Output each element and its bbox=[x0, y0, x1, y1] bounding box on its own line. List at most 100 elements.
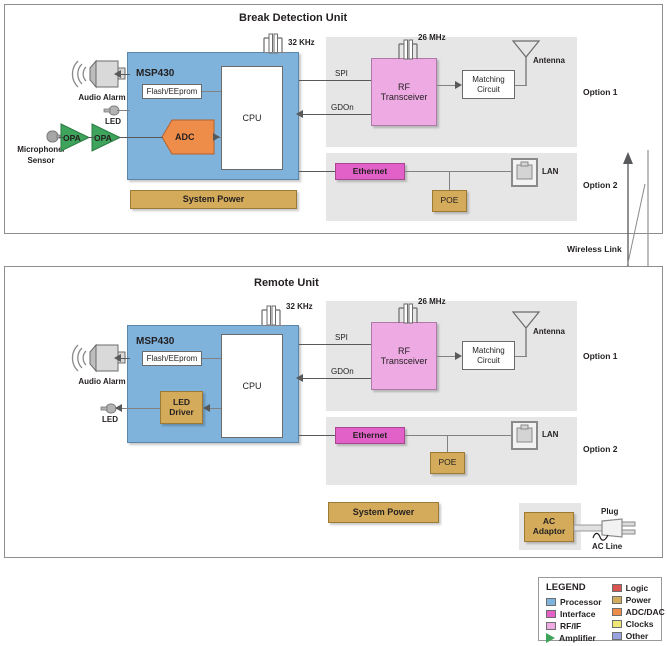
legend-right-column: Logic Power ADC/DAC Clocks Other bbox=[611, 582, 665, 643]
ru-audio-alarm-arrow bbox=[114, 354, 121, 362]
ru-flash-block: Flash/EEprom bbox=[142, 351, 202, 366]
ru-audio-alarm-label: Audio Alarm bbox=[78, 377, 126, 386]
bdu-rf-matching-wire bbox=[437, 85, 457, 86]
ru-matching-antenna-wire bbox=[515, 356, 527, 357]
bdu-matching-circuit-block: Matching Circuit bbox=[462, 70, 515, 99]
ru-system-power-label: System Power bbox=[352, 507, 415, 518]
bdu-opa2-adc-wire bbox=[119, 137, 163, 138]
bdu-adc-cpu-arrow bbox=[213, 133, 220, 141]
ru-gdon-wire bbox=[302, 378, 371, 379]
legend-label-clocks: Clocks bbox=[625, 618, 654, 629]
ru-flash-label: Flash/EEprom bbox=[146, 353, 198, 363]
bdu-poe-label: POE bbox=[440, 195, 459, 206]
bdu-mcu-crystal-icon bbox=[263, 33, 283, 54]
bdu-mcu-ethernet-wire bbox=[299, 171, 335, 172]
legend-swatch-logic bbox=[611, 583, 622, 592]
bdu-msp430-label: MSP430 bbox=[136, 68, 175, 79]
ru-gdon-label: GDOn bbox=[331, 367, 354, 376]
bdu-antenna-label: Antenna bbox=[533, 56, 565, 65]
ru-msp430-label: MSP430 bbox=[136, 336, 175, 347]
bdu-rf-transceiver-block: RF Transceiver bbox=[371, 58, 437, 126]
ru-rf-transceiver-label-l2: Transceiver bbox=[380, 356, 428, 366]
ru-mcu-crystal-icon bbox=[261, 305, 281, 326]
legend-swatch-processor bbox=[546, 597, 556, 606]
legend-swatch-adcdac bbox=[611, 607, 622, 616]
ru-spi-label: SPI bbox=[335, 333, 348, 342]
legend-title: LEGEND bbox=[546, 582, 586, 593]
bdu-mcu-clock-label: 32 KHz bbox=[288, 38, 315, 47]
ru-option2-label: Option 2 bbox=[583, 444, 618, 454]
bdu-rf-clock-label: 26 MHz bbox=[418, 33, 446, 42]
bdu-mcu-xtal-wire bbox=[264, 52, 286, 53]
ru-system-power-block: System Power bbox=[328, 502, 439, 523]
legend-item-amplifier: Amplifier bbox=[546, 632, 602, 643]
bdu-opa1-opa2-wire bbox=[88, 137, 94, 138]
ru-led-arrow bbox=[115, 404, 122, 412]
ru-lan-icon bbox=[511, 421, 538, 450]
legend-item-other: Other bbox=[611, 630, 665, 641]
ru-matching-circuit-label-l2: Circuit bbox=[477, 355, 500, 365]
bdu-system-power-block: System Power bbox=[130, 190, 297, 209]
ru-mcu-clock-label: 32 KHz bbox=[286, 302, 313, 311]
bdu-ethernet-block: Ethernet bbox=[335, 163, 405, 180]
bdu-spi-label: SPI bbox=[335, 69, 348, 78]
bdu-cpu-block: CPU bbox=[221, 66, 283, 170]
legend-item-processor: Processor bbox=[546, 596, 602, 607]
ru-ethernet-lan-wire bbox=[405, 435, 512, 436]
legend-swatch-power bbox=[611, 595, 622, 604]
ru-led-driver-label-l2: Driver bbox=[169, 406, 194, 417]
bdu-opa2-label: OPA bbox=[94, 133, 112, 143]
ru-led-wire bbox=[118, 408, 160, 409]
ru-poe-label: POE bbox=[438, 457, 457, 468]
bdu-opa1-label: OPA bbox=[63, 133, 81, 143]
bdu-flash-cpu-wire bbox=[202, 91, 221, 92]
ru-flash-cpu-wire bbox=[202, 358, 221, 359]
bdu-poe-wire bbox=[449, 171, 450, 190]
legend-item-power: Power bbox=[611, 594, 665, 605]
legend-swatch-clocks bbox=[611, 619, 622, 628]
ru-cpu-leddriver-arrow bbox=[203, 404, 210, 412]
ru-rf-matching-arrow bbox=[455, 352, 462, 360]
legend-label-other: Other bbox=[625, 630, 649, 641]
ru-poe-wire bbox=[447, 435, 448, 452]
bdu-flash-label: Flash/EEprom bbox=[146, 86, 198, 96]
bdu-rf-transceiver-label-l2: Transceiver bbox=[380, 92, 428, 102]
bdu-matching-circuit-label-l2: Circuit bbox=[477, 84, 500, 94]
legend-label-adcdac: ADC/DAC bbox=[625, 606, 665, 617]
bdu-gdon-arrow bbox=[296, 110, 303, 118]
bdu-microphone-label-l2: Sensor bbox=[27, 156, 55, 165]
legend-item-interface: Interface bbox=[546, 608, 602, 619]
ru-matching-circuit-block: Matching Circuit bbox=[462, 341, 515, 370]
bdu-gdon-label: GDOn bbox=[331, 103, 354, 112]
legend-label-logic: Logic bbox=[625, 582, 649, 593]
bdu-matching-antenna-wire bbox=[515, 85, 527, 86]
bdu-lan-icon bbox=[511, 158, 538, 187]
bdu-spi-wire bbox=[299, 80, 371, 81]
bdu-lan-label: LAN bbox=[542, 167, 559, 176]
ru-ac-adaptor-label-l2: Adaptor bbox=[532, 526, 566, 536]
legend-label-amplifier: Amplifier bbox=[559, 632, 596, 643]
ru-poe-block: POE bbox=[430, 452, 465, 474]
ru-mcu-ethernet-wire bbox=[299, 435, 335, 436]
legend-label-processor: Processor bbox=[560, 596, 602, 607]
bdu-flash-block: Flash/EEprom bbox=[142, 84, 202, 99]
remote-unit-title: Remote Unit bbox=[254, 277, 319, 289]
ru-ethernet-label: Ethernet bbox=[352, 429, 388, 440]
ru-rf-matching-wire bbox=[437, 356, 457, 357]
legend-label-power: Power bbox=[625, 594, 652, 605]
legend-item-adcdac: ADC/DAC bbox=[611, 606, 665, 617]
bdu-rf-transceiver-label-l1: RF bbox=[398, 81, 410, 92]
ru-rf-transceiver-label-l1: RF bbox=[398, 345, 410, 356]
legend-left-column: LEGEND Processor Interface RF/IF Amplifi… bbox=[546, 582, 602, 643]
legend-label-rfif: RF/IF bbox=[560, 620, 582, 631]
ru-cpu-block: CPU bbox=[221, 334, 283, 438]
ru-matching-circuit-label-l1: Matching bbox=[472, 346, 505, 356]
legend-item-logic: Logic bbox=[611, 582, 665, 593]
ru-plug-label: Plug bbox=[601, 507, 619, 516]
ru-lan-label: LAN bbox=[542, 430, 559, 439]
ru-cpu-label: CPU bbox=[242, 380, 262, 391]
ru-led-driver-block: LED Driver bbox=[160, 391, 203, 424]
bdu-adc-label: ADC bbox=[175, 132, 195, 142]
ru-mcu-xtal-wire bbox=[262, 325, 284, 326]
legend-label-interface: Interface bbox=[560, 608, 596, 619]
